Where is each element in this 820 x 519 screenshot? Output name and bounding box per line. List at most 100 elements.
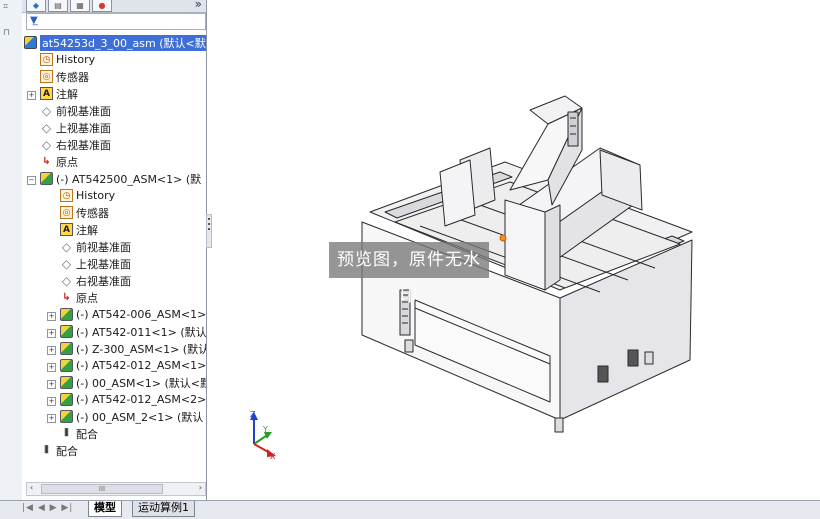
expand-toggle[interactable]: +: [47, 312, 56, 321]
plane-icon: ◇: [61, 256, 72, 271]
sensor-icon: ◎: [60, 206, 73, 219]
expand-toggle[interactable]: +: [27, 91, 36, 100]
tree-item-sensors[interactable]: ◎ 传感器: [40, 68, 89, 85]
tree-item-history[interactable]: ◷ History: [60, 187, 115, 204]
tree-item-label: 前视基准面: [76, 240, 131, 254]
graphics-viewport[interactable]: Z Y X: [212, 0, 820, 500]
assembly-icon: [60, 308, 73, 321]
expand-toggle[interactable]: +: [47, 380, 56, 389]
annotation-icon: A: [60, 223, 73, 236]
tree-item-mates[interactable]: ⫴ 配合: [40, 442, 78, 459]
y-axis-line: [253, 435, 267, 445]
tree-item-label: (-) AT542-012_ASM<1>: [76, 359, 206, 372]
tab-navigation-buttons[interactable]: |◀ ◀ ▶ ▶|: [22, 503, 73, 513]
tab-motion-study[interactable]: 运动算例1: [132, 501, 195, 517]
filter-icon[interactable]: ▼̲: [30, 15, 38, 26]
tree-item-component[interactable]: (-) AT542-012_ASM<2>: [60, 391, 206, 408]
cnc-machine-model: [361, 95, 693, 433]
assembly-icon: [60, 342, 73, 355]
tree-item-component[interactable]: (-) Z-300_ASM<1> (默认: [60, 340, 206, 357]
history-icon: ◷: [60, 189, 73, 202]
bottom-tabbar: |◀ ◀ ▶ ▶| 模型 运动算例1: [0, 500, 820, 519]
tree-item-annotations[interactable]: A 注解: [40, 85, 78, 102]
configuration-icon: ▦: [76, 1, 84, 10]
plane-icon: ◇: [41, 120, 52, 135]
tree-item-annotations[interactable]: A 注解: [60, 221, 98, 238]
display-manager-icon: ●: [98, 1, 106, 10]
tree-item-component[interactable]: (-) 00_ASM<1> (默认<默: [60, 374, 206, 391]
tree-horizontal-scrollbar[interactable]: ‹ III ›: [26, 482, 206, 496]
tree-item-label: 配合: [56, 444, 78, 458]
expand-toggle[interactable]: +: [47, 414, 56, 423]
tree-item-label: (-) AT542-012_ASM<2>: [76, 393, 206, 406]
triad-label-x: X: [270, 452, 276, 461]
left-toolstrip: ⌗ ⊓: [0, 0, 23, 500]
tree-item-front-plane[interactable]: ◇ 前视基准面: [60, 238, 131, 255]
origin-icon: ↳: [42, 156, 51, 167]
scroll-left-arrow-icon[interactable]: ‹: [30, 483, 33, 492]
toolstrip-icon[interactable]: ⊓: [3, 28, 17, 38]
expand-toggle[interactable]: +: [47, 397, 56, 406]
feature-tree: at54253d_3_00_asm (默认<默 ◷ History ◎ 传感器 …: [22, 32, 206, 472]
tree-item-label: 原点: [76, 291, 98, 305]
collapse-toggle[interactable]: −: [27, 176, 36, 185]
feature-manager-panel: ◆ ▤ ▦ ● » ▼̲ at54253d_3_00_asm (默认<默 ◷ H…: [22, 0, 207, 500]
sensor-icon: ◎: [40, 70, 53, 83]
history-icon: ◷: [40, 53, 53, 66]
tab-feature-tree[interactable]: ◆: [26, 0, 46, 12]
more-tabs-button[interactable]: »: [195, 0, 202, 11]
tree-item-component[interactable]: (-) AT542-011<1> (默认: [60, 323, 206, 340]
scroll-right-arrow-icon[interactable]: ›: [199, 483, 202, 492]
tree-item-right-plane[interactable]: ◇ 右视基准面: [60, 272, 131, 289]
tree-item-origin[interactable]: ↳ 原点: [40, 153, 78, 170]
tree-item-top-plane[interactable]: ◇ 上视基准面: [60, 255, 131, 272]
plane-icon: ◇: [61, 239, 72, 254]
tree-item-origin[interactable]: ↳ 原点: [60, 289, 98, 306]
triad-label-z: Z: [250, 410, 256, 419]
tree-item-label: (-) AT542500_ASM<1> (默: [56, 172, 202, 186]
tree-item-label: 上视基准面: [56, 121, 111, 135]
tree-item-right-plane[interactable]: ◇ 右视基准面: [40, 136, 111, 153]
tree-item-component[interactable]: (-) AT542-006_ASM<1>: [60, 306, 206, 323]
scrollbar-thumb[interactable]: III: [41, 484, 163, 494]
tree-item-top-plane[interactable]: ◇ 上视基准面: [40, 119, 111, 136]
triad-label-y: Y: [263, 425, 268, 434]
tree-item-label: (-) AT542-011<1> (默认: [76, 325, 206, 339]
tree-item-component[interactable]: (-) 00_ASM_2<1> (默认: [60, 408, 203, 425]
tree-item-mates[interactable]: ⫴ 配合: [60, 425, 98, 442]
tree-item-component[interactable]: (-) AT542-012_ASM<1>: [60, 357, 206, 374]
plane-icon: ◇: [41, 137, 52, 152]
tree-root-assembly[interactable]: at54253d_3_00_asm (默认<默: [24, 34, 206, 51]
assembly-icon: [60, 359, 73, 372]
preview-watermark: 预览图，原件无水印: [329, 242, 489, 306]
tree-item-label: (-) AT542-006_ASM<1>: [76, 308, 206, 321]
annotation-icon: A: [40, 87, 53, 100]
tree-filter[interactable]: ▼̲: [26, 13, 206, 30]
tree-item-sensors[interactable]: ◎ 传感器: [60, 204, 109, 221]
tree-item-label: 原点: [56, 155, 78, 169]
tab-display-manager[interactable]: ●: [92, 0, 112, 12]
tree-item-label: 右视基准面: [56, 138, 111, 152]
tree-item-label: 右视基准面: [76, 274, 131, 288]
toolstrip-icon[interactable]: ⌗: [3, 2, 17, 12]
origin-icon: ↳: [62, 292, 71, 303]
assembly-icon: [40, 172, 53, 185]
expand-toggle[interactable]: +: [47, 329, 56, 338]
property-manager-icon: ▤: [54, 1, 62, 10]
tree-item-label: 配合: [76, 427, 98, 441]
tree-item-label: 注解: [56, 87, 78, 101]
panel-tabbar: ◆ ▤ ▦ ● »: [22, 0, 206, 13]
tree-item-front-plane[interactable]: ◇ 前视基准面: [40, 102, 111, 119]
tree-item-history[interactable]: ◷ History: [40, 51, 95, 68]
tree-item-subassembly[interactable]: (-) AT542500_ASM<1> (默: [40, 170, 201, 187]
tab-model[interactable]: 模型: [88, 501, 122, 517]
tab-configuration-manager[interactable]: ▦: [70, 0, 90, 12]
expand-toggle[interactable]: +: [47, 346, 56, 355]
tab-property-manager[interactable]: ▤: [48, 0, 68, 12]
assembly-icon: [60, 410, 73, 423]
expand-toggle[interactable]: +: [47, 363, 56, 372]
tree-item-label: History: [76, 189, 116, 202]
plane-icon: ◇: [41, 103, 52, 118]
tree-item-label: 传感器: [56, 70, 89, 84]
tree-item-label: 注解: [76, 223, 98, 237]
